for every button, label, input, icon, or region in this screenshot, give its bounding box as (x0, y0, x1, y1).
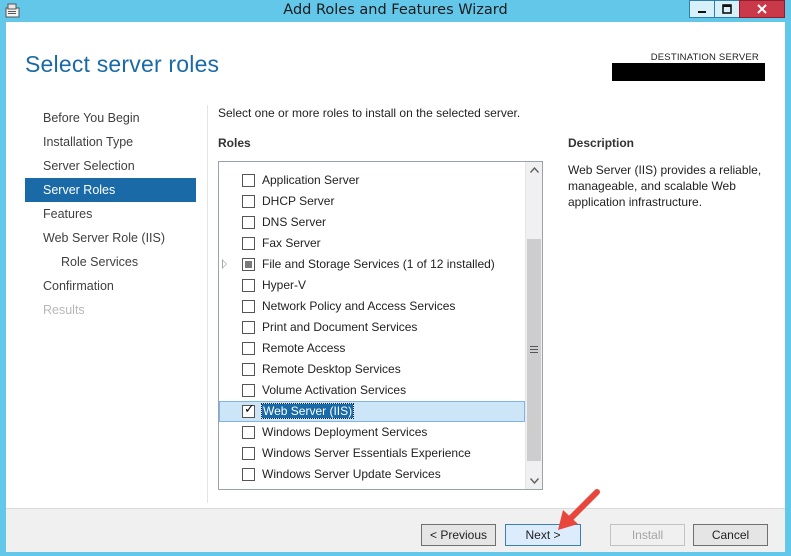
red-arrow-icon (558, 489, 600, 530)
role-checkbox[interactable] (242, 216, 255, 229)
roles-header: Roles (218, 136, 251, 150)
chevron-down-icon (529, 478, 539, 484)
role-checkbox[interactable] (242, 468, 255, 481)
role-label: Windows Deployment Services (262, 425, 428, 439)
role-row[interactable]: Hyper-V (219, 275, 525, 296)
role-row[interactable]: File and Storage Services (1 of 12 insta… (219, 254, 525, 275)
destination-server-redacted (612, 63, 765, 81)
role-checkbox[interactable] (242, 384, 255, 397)
role-row[interactable]: Windows Server Update Services (219, 464, 525, 485)
nav-step-web-server-role-iis[interactable]: Web Server Role (IIS) (25, 226, 196, 250)
role-label: Windows Server Update Services (262, 467, 441, 481)
role-row[interactable]: Windows Server Essentials Experience (219, 443, 525, 464)
title-bar[interactable]: Add Roles and Features Wizard (0, 0, 791, 22)
nav-step-server-selection[interactable]: Server Selection (25, 154, 196, 178)
role-checkbox[interactable] (242, 195, 255, 208)
nav-step-confirmation[interactable]: Confirmation (25, 274, 196, 298)
role-checkbox[interactable] (242, 321, 255, 334)
minimize-icon (698, 11, 706, 13)
expand-arrow-icon[interactable] (222, 259, 227, 269)
window-controls (689, 0, 785, 18)
nav-step-server-roles[interactable]: Server Roles (25, 178, 196, 202)
destination-server-label: DESTINATION SERVER (650, 52, 759, 63)
role-label: Web Server (IIS) (260, 403, 355, 419)
role-checkbox[interactable] (242, 258, 255, 271)
wizard-steps-nav: Before You Begin Installation Type Server … (25, 106, 196, 322)
close-icon (757, 4, 767, 14)
role-row[interactable]: DNS Server (219, 212, 525, 233)
roles-scrollbar[interactable] (525, 162, 542, 489)
install-button[interactable]: Install (610, 524, 685, 546)
role-checkbox[interactable] (242, 174, 255, 187)
wizard-window: Add Roles and Features Wizard Select ser… (0, 0, 791, 556)
chevron-up-icon (529, 167, 539, 173)
role-label: File and Storage Services (1 of 12 insta… (262, 257, 495, 271)
maximize-button[interactable] (714, 0, 740, 18)
grip-icon (530, 346, 538, 355)
instruction-text: Select one or more roles to install on t… (218, 106, 521, 120)
role-checkbox[interactable] (242, 426, 255, 439)
role-row[interactable]: Application Server (219, 170, 525, 191)
scroll-down-button[interactable] (526, 473, 542, 489)
role-checkbox[interactable] (242, 300, 255, 313)
window-title: Add Roles and Features Wizard (283, 2, 508, 18)
role-label: DNS Server (262, 215, 327, 229)
close-button[interactable] (739, 0, 785, 18)
role-checkbox[interactable] (242, 279, 255, 292)
role-label: Network Policy and Access Services (262, 299, 456, 313)
role-row[interactable]: Network Policy and Access Services (219, 296, 525, 317)
role-row[interactable]: Remote Access (219, 338, 525, 359)
role-row[interactable]: Volume Activation Services (219, 380, 525, 401)
role-checkbox[interactable] (242, 237, 255, 250)
roles-rows: Application Server DHCP Server DNS Server F… (219, 170, 525, 485)
role-label: Remote Desktop Services (262, 362, 401, 376)
role-row[interactable]: Windows Deployment Services (219, 422, 525, 443)
maximize-icon (722, 4, 732, 14)
description-text: Web Server (IIS) provides a reliable, ma… (568, 163, 762, 209)
nav-step-installation-type[interactable]: Installation Type (25, 130, 196, 154)
nav-step-role-services[interactable]: Role Services (25, 250, 196, 274)
nav-step-results: Results (43, 303, 85, 317)
role-checkbox[interactable] (242, 342, 255, 355)
page-title: Select server roles (25, 51, 220, 77)
role-label: Fax Server (262, 236, 321, 250)
role-label: Print and Document Services (262, 320, 418, 334)
role-label: Windows Server Essentials Experience (262, 446, 471, 460)
role-label: Application Server (262, 173, 360, 187)
wizard-content: Select server roles DESTINATION SERVER B… (6, 22, 785, 508)
cancel-button[interactable]: Cancel (693, 524, 768, 546)
role-row[interactable]: Fax Server (219, 233, 525, 254)
role-row[interactable]: ✓ Web Server (IIS) (219, 401, 525, 422)
role-checkbox[interactable]: ✓ (242, 402, 255, 418)
role-checkbox[interactable] (242, 447, 255, 460)
role-label: Volume Activation Services (262, 383, 407, 397)
previous-button[interactable]: < Previous (421, 524, 496, 546)
role-label: DHCP Server (262, 194, 335, 208)
scroll-thumb[interactable] (527, 239, 541, 461)
nav-step-features[interactable]: Features (25, 202, 196, 226)
description-header: Description (568, 136, 635, 150)
wizard-footer: < Previous Next > Install Cancel (6, 508, 785, 552)
role-row[interactable]: Print and Document Services (219, 317, 525, 338)
role-row[interactable]: DHCP Server (219, 191, 525, 212)
check-icon: ✓ (244, 402, 255, 417)
role-label: Remote Access (262, 341, 346, 355)
nav-step-before-you-begin[interactable]: Before You Begin (25, 106, 196, 130)
role-checkbox[interactable] (242, 363, 255, 376)
role-row[interactable]: Remote Desktop Services (219, 359, 525, 380)
scroll-up-button[interactable] (526, 162, 542, 178)
roles-list[interactable]: Application Server DHCP Server DNS Server F… (218, 161, 543, 490)
indeterminate-icon (245, 261, 252, 268)
divider (207, 105, 208, 503)
role-label: Hyper-V (262, 278, 307, 292)
minimize-button[interactable] (689, 0, 715, 18)
